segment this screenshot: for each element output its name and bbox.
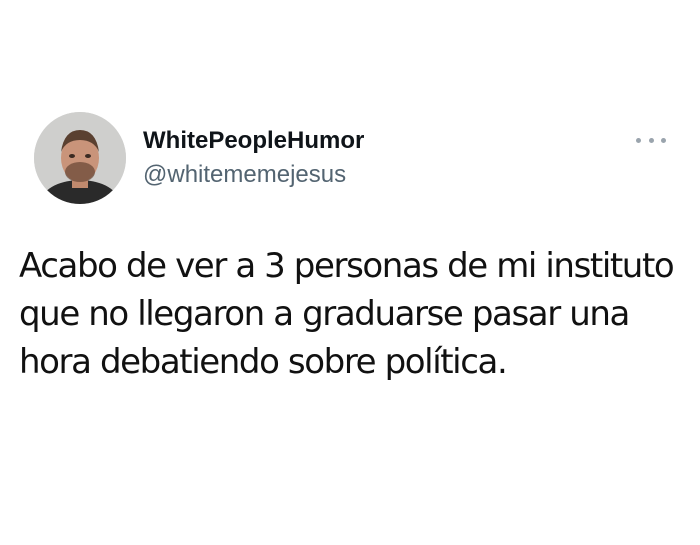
profile-photo-icon bbox=[34, 112, 126, 204]
user-handle[interactable]: @whitememejesus bbox=[143, 160, 346, 190]
tweet-text: Acabo de ver a 3 personas de mi institut… bbox=[19, 246, 675, 382]
tweet-card: WhitePeopleHumor @whitememejesus Acabo d… bbox=[0, 0, 700, 545]
more-dot bbox=[636, 137, 641, 143]
more-options-icon[interactable] bbox=[636, 130, 666, 150]
display-name[interactable]: WhitePeopleHumor bbox=[143, 126, 364, 156]
more-dot bbox=[661, 137, 666, 143]
more-dot bbox=[648, 137, 654, 143]
avatar[interactable] bbox=[34, 112, 126, 204]
